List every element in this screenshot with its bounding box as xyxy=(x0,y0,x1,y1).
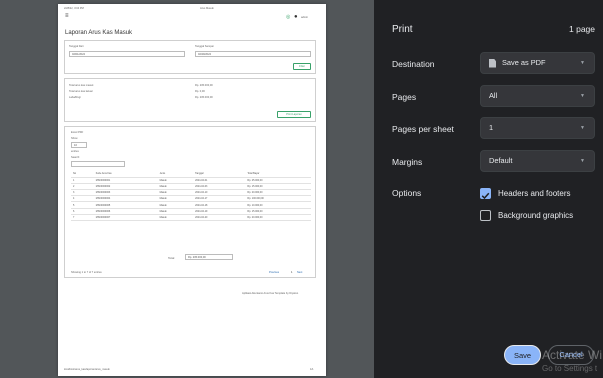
page-header-date: 2/28/22, 3:04 PM xyxy=(64,7,84,10)
pages-per-sheet-value: 1 xyxy=(489,123,494,132)
destination-select[interactable]: Save as PDF ▼ xyxy=(480,52,595,74)
showing-entries: Showing 1 to 7 of 7 entries xyxy=(71,271,102,274)
page-footer-number: 1/1 xyxy=(310,368,314,371)
summary-label-laba: Laba/Rugi xyxy=(69,96,81,99)
margins-label: Margins xyxy=(392,157,423,167)
windows-activation-watermark: Activate Wi xyxy=(542,348,603,362)
total-value: Rp. 205.000,00 xyxy=(185,254,233,260)
search-label: Search: xyxy=(71,156,80,159)
checkmark-icon xyxy=(481,192,490,200)
print-report-button[interactable]: Print Laporan xyxy=(277,111,311,118)
table-card: Excel PDF Show 10 entries Search: No Kod… xyxy=(64,126,316,278)
entries-label: entries xyxy=(71,150,79,153)
hamburger-icon: ≡ xyxy=(65,13,69,19)
print-preview-area: 2/28/22, 3:04 PM Arus Masuk ≡ ◎ ● admin … xyxy=(0,0,374,378)
print-title: Print xyxy=(392,24,413,35)
chevron-down-icon: ▼ xyxy=(580,158,585,164)
summary-value-keluar: Rp. 0,00 xyxy=(195,90,205,93)
next-page-link[interactable]: Next xyxy=(297,271,302,274)
destination-value: Save as PDF xyxy=(502,58,546,67)
table-cell: Masuk xyxy=(157,214,194,222)
filter-card: Tanggal Dari 02/01/2024 Tanggal Sampai 0… xyxy=(64,40,316,74)
file-icon xyxy=(489,58,496,68)
background-graphics-checkbox[interactable] xyxy=(480,210,491,221)
filter-button[interactable]: Filter xyxy=(293,63,311,70)
summary-value-laba: Rp. 205.000,00 xyxy=(195,96,213,99)
total-label: Total xyxy=(168,256,175,260)
footer-credit: Aplikasi Akuntansi Arus Kas Template by … xyxy=(242,292,299,295)
date-from-input[interactable]: 02/01/2024 xyxy=(69,51,185,57)
table-cell: Rp. 20.000,00 xyxy=(245,214,311,222)
windows-activation-subtext: Go to Settings t xyxy=(542,364,598,373)
chevron-down-icon: ▼ xyxy=(580,125,585,131)
date-to-label: Tanggal Sampai xyxy=(195,45,214,48)
headers-footers-checkbox[interactable] xyxy=(480,188,491,200)
date-to-input[interactable]: 02/29/2024 xyxy=(195,51,311,57)
table-cell: 7 xyxy=(71,214,94,222)
user-name: admin xyxy=(301,16,309,19)
chevron-down-icon: ▼ xyxy=(580,60,585,66)
summary-value-masuk: Rp. 205.000,00 xyxy=(195,84,213,87)
cash-table: No Kode Arus Kas Jenis Tanggal Total Bay… xyxy=(71,171,311,222)
table-cell: 2024-02-20 xyxy=(193,214,246,222)
export-options[interactable]: Excel PDF xyxy=(71,131,83,134)
summary-label-keluar: Total arus kas keluar xyxy=(69,90,93,93)
avatar: ● xyxy=(294,14,298,20)
table-cell: MSK0000007 xyxy=(93,214,158,222)
print-settings-panel: Print 1 page Destination Save as PDF ▼ P… xyxy=(374,0,603,378)
page-count: 1 page xyxy=(569,24,595,34)
pages-select[interactable]: All ▼ xyxy=(480,85,595,107)
show-label: Show xyxy=(71,137,78,140)
destination-label: Destination xyxy=(392,59,435,69)
summary-label-masuk: Total arus kas masuk xyxy=(69,84,94,87)
page-header-title: Arus Masuk xyxy=(200,7,214,10)
pages-label: Pages xyxy=(392,92,417,102)
pages-per-sheet-select[interactable]: 1 ▼ xyxy=(480,117,595,139)
bell-icon: ◎ xyxy=(286,14,291,20)
date-from-label: Tanggal Dari xyxy=(69,45,84,48)
table-row: 7 MSK0000007 Masuk 2024-02-20 Rp. 20.000,00 xyxy=(71,214,311,222)
search-input[interactable] xyxy=(71,161,125,167)
headers-footers-label[interactable]: Headers and footers xyxy=(498,189,571,198)
summary-card: Total arus kas masuk Rp. 205.000,00 Tota… xyxy=(64,78,316,122)
margins-value: Default xyxy=(489,156,513,165)
prev-page-link[interactable]: Previous xyxy=(269,271,279,274)
page-footer-url: localhost/arus_kas/laporan/arus_masuk xyxy=(64,368,110,371)
margins-select[interactable]: Default ▼ xyxy=(480,150,595,172)
options-label: Options xyxy=(392,188,422,198)
pages-value: All xyxy=(489,91,498,100)
background-graphics-label[interactable]: Background graphics xyxy=(498,211,573,220)
page-number[interactable]: 1 xyxy=(291,271,292,274)
page-title: Laporan Arus Kas Masuk xyxy=(65,30,133,36)
preview-page: 2/28/22, 3:04 PM Arus Masuk ≡ ◎ ● admin … xyxy=(58,4,326,376)
save-button[interactable]: Save xyxy=(504,345,541,365)
pages-per-sheet-label: Pages per sheet xyxy=(392,124,454,134)
entries-select[interactable]: 10 xyxy=(71,142,87,148)
chevron-down-icon: ▼ xyxy=(580,93,585,99)
